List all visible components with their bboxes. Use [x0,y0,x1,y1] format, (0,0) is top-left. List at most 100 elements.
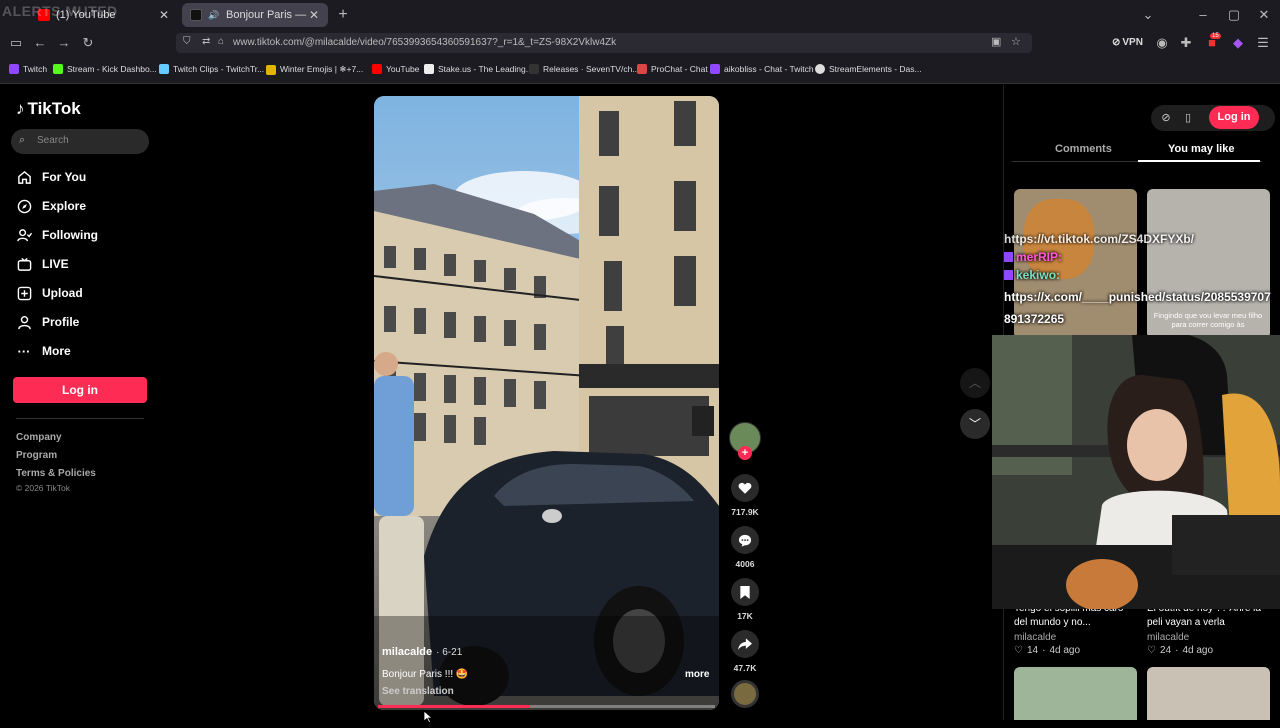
logo-text: TikTok [27,99,81,118]
nav-label: Upload [42,286,83,300]
chat-line: merRIP: [1004,250,1280,264]
twitch-icon [9,64,19,74]
see-translation-link[interactable]: See translation [382,686,454,697]
card-author[interactable]: milacalde [1014,632,1056,643]
nav-label: Following [42,228,98,242]
vpn-icon: ⊘ [1112,37,1121,48]
menu-icon[interactable]: ☰ [1254,34,1272,52]
nav-profile[interactable]: Profile [16,314,79,330]
footer-company[interactable]: Company [16,432,62,443]
bookmark-kick[interactable]: Stream - Kick Dashbo... [53,64,157,74]
comment-bubble-icon[interactable] [731,526,759,554]
extension-purple-icon[interactable]: ◆ [1229,34,1247,52]
browser-nav-bar: ▭ ← → ↻ ⛉ ⇄ ⌂ www.tiktok.com/@milacalde/… [0,30,1280,56]
chat-overlay: https://vt.tiktok.com/ZS4DXFYXb/ merRIP:… [1004,232,1280,330]
comment-count: 4006 [735,559,755,569]
lock-icon[interactable]: ⌂ [218,36,224,47]
sidebar-toggle-icon[interactable]: ▭ [7,34,25,52]
heart-outline-icon: ♡ [1147,645,1156,656]
next-video-button[interactable]: ﹀ [960,409,990,439]
back-button[interactable]: ← [31,34,49,52]
share-count: 47.7K [733,663,757,673]
nav-for-you[interactable]: For You [16,169,86,185]
share-arrow-icon[interactable] [731,630,759,658]
url-text: www.tiktok.com/@milacalde/video/76539936… [233,37,617,48]
github-icon [529,64,539,74]
bookmark-twitch-clips[interactable]: Twitch Clips - TwitchTr... [159,64,264,74]
vpn-button[interactable]: ⊘ VPN [1112,37,1143,48]
tab-tiktok[interactable]: 🔊 Bonjour Paris — réaction d ✕ [182,3,328,27]
minimize-button[interactable]: – [1194,6,1212,24]
close-icon[interactable]: ✕ [308,8,320,22]
footer-terms[interactable]: Terms & Policies [16,468,96,479]
like-action[interactable]: 717.9K [731,474,759,517]
alerts-muted-overlay: ALERTS MUTED [2,3,118,19]
extensions-icon[interactable]: ✚ [1177,34,1195,52]
bookmark-winter-emojis[interactable]: Winter Emojis | ❄+7... [266,64,363,75]
shield-icon[interactable]: ⛉ [183,36,191,47]
heart-icon[interactable] [731,474,759,502]
bookmark-star-icon[interactable]: ☆ [1011,35,1021,48]
music-disc-avatar[interactable] [731,680,759,708]
search-placeholder: Search [37,135,69,146]
nav-more[interactable]: ··· More [16,343,71,359]
follow-plus-button[interactable]: + [738,446,752,460]
card-likes: 14 [1026,645,1039,656]
bookmark-label: Twitch [23,64,48,74]
reader-view-icon[interactable]: ▣ [991,35,1001,48]
twitch-badge-icon [1004,252,1013,262]
permissions-icon[interactable]: ⇄ [202,36,210,47]
bookmark-label: StreamElements - Das... [829,64,922,74]
more-button[interactable]: more [685,669,709,680]
video-frame-image [374,96,719,710]
card-author[interactable]: milacalde [1147,632,1189,643]
tab-list-chevron-icon[interactable]: ⌄ [1139,6,1157,24]
maximize-button[interactable]: ▢ [1225,6,1243,24]
new-tab-button[interactable]: + [334,6,352,24]
nav-explore[interactable]: Explore [16,198,86,214]
bookmark-icon[interactable] [731,578,759,606]
bookmark-aikobliss[interactable]: aikobliss - Chat - Twitch [710,64,814,74]
nav-label: Explore [42,199,87,213]
share-action[interactable]: 47.7K [731,630,759,673]
bookmark-youtube[interactable]: YouTube [372,64,419,74]
nav-following[interactable]: Following [16,227,98,243]
video-player[interactable]: milacalde · 6-21 Bonjour Paris !!! 🤩 mor… [374,96,719,710]
save-action[interactable]: 17K [731,578,759,621]
header-login-button[interactable]: Log in [1209,106,1259,129]
close-window-button[interactable]: ✕ [1255,6,1273,24]
video-author[interactable]: milacalde [382,646,432,658]
bookmark-twitch[interactable]: Twitch [9,64,47,74]
video-card-thumbnail[interactable] [1014,667,1137,720]
speaker-icon[interactable]: 🔊 [208,9,220,21]
bookmark-prochat[interactable]: ProChat - Chat [637,64,708,74]
bookmarks-bar: Twitch Stream - Kick Dashbo... Twitch Cl… [0,56,1280,84]
tab-comments[interactable]: Comments [1055,143,1112,155]
bookmark-stake[interactable]: Stake.us - The Leading... [424,64,533,74]
save-count: 17K [737,611,753,621]
address-bar[interactable]: ⛉ ⇄ ⌂ www.tiktok.com/@milacalde/video/76… [176,33,1032,53]
nav-label: LIVE [42,257,69,271]
close-icon[interactable]: ✕ [158,8,170,22]
progress-track[interactable] [378,705,715,708]
bookmark-streamelements[interactable]: StreamElements - Das... [815,64,922,74]
video-card-thumbnail[interactable] [1147,667,1270,720]
account-icon[interactable]: ◉ [1153,34,1171,52]
tiktok-logo[interactable]: ♪ TikTok [16,99,81,119]
previous-video-button[interactable]: ︿ [960,368,990,398]
device-icon[interactable]: ▯ [1180,110,1196,126]
nav-live[interactable]: LIVE [16,256,69,272]
nav-upload[interactable]: Upload [16,285,83,301]
stake-icon [424,64,434,74]
forward-button[interactable]: → [55,34,73,52]
tab-you-may-like[interactable]: You may like [1168,143,1234,155]
comment-action[interactable]: 4006 [731,526,759,569]
reload-button[interactable]: ↻ [79,34,97,52]
compass-mini-icon[interactable]: ⊘ [1158,110,1174,126]
search-input[interactable]: ⌕ Search [11,129,149,154]
footer-program[interactable]: Program [16,450,57,461]
card-likes: 24 [1159,645,1172,656]
login-button[interactable]: Log in [13,377,147,403]
prochat-icon [637,64,647,74]
bookmark-seventv[interactable]: Releases · SevenTV/ch... [529,64,639,74]
